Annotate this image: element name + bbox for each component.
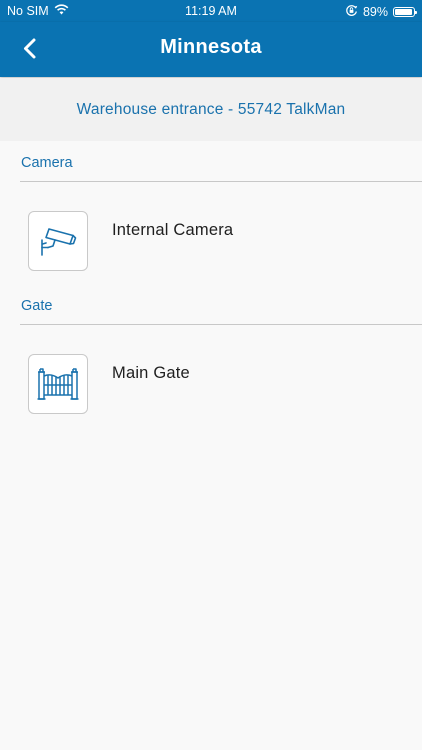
device-row-internal-camera[interactable]: Internal Camera xyxy=(0,197,422,287)
device-icon-frame xyxy=(28,354,88,414)
page-title: Minnesota xyxy=(160,36,262,58)
device-label: Internal Camera xyxy=(112,221,234,239)
gate-icon xyxy=(37,368,79,400)
section-header-gate: Gate xyxy=(20,285,422,325)
battery-icon xyxy=(393,7,417,17)
orientation-lock-icon xyxy=(345,4,358,20)
battery-percent: 89% xyxy=(362,5,388,19)
device-label: Main Gate xyxy=(112,364,190,382)
status-right: 89% xyxy=(345,4,417,20)
section-title: Gate xyxy=(21,298,53,314)
navigation-bar: Minnesota xyxy=(0,22,422,77)
status-bar: No SIM 11:19 AM 89% xyxy=(0,0,422,22)
section-title: Camera xyxy=(21,155,73,171)
device-row-main-gate[interactable]: Main Gate xyxy=(0,340,422,430)
location-subheader: Warehouse entrance - 55742 TalkMan xyxy=(0,78,422,141)
security-camera-icon xyxy=(41,228,77,256)
location-subtitle: Warehouse entrance - 55742 TalkMan xyxy=(76,100,346,118)
section-header-camera: Camera xyxy=(20,142,422,182)
device-icon-frame xyxy=(28,211,88,271)
